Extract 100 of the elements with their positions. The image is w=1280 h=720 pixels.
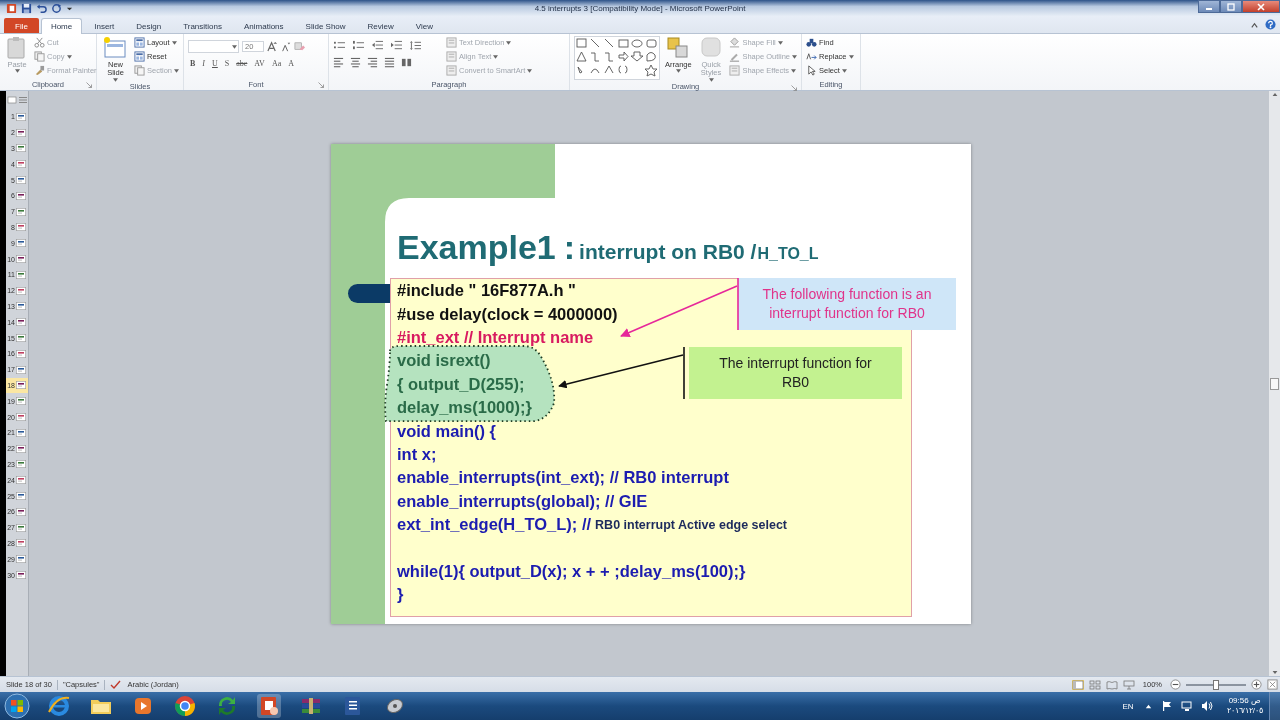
zoom-in-icon[interactable] bbox=[1251, 679, 1262, 690]
font-name-field[interactable] bbox=[188, 40, 239, 53]
slide-thumbnail[interactable] bbox=[16, 128, 26, 137]
slide-thumbnail[interactable] bbox=[16, 444, 26, 453]
align-center-icon[interactable] bbox=[350, 57, 361, 68]
spelling-icon[interactable] bbox=[110, 679, 123, 690]
ribbon-tab[interactable]: Design bbox=[126, 18, 172, 33]
close-button[interactable] bbox=[1242, 0, 1280, 13]
code-line: delay_ms(1000);} bbox=[397, 398, 532, 418]
vertical-scrollbar[interactable] bbox=[1269, 91, 1280, 676]
zoom-slider-thumb[interactable] bbox=[1213, 679, 1219, 690]
format-button[interactable]: S bbox=[222, 59, 232, 68]
slide-thumbnail[interactable] bbox=[16, 571, 26, 579]
slide-thumbnail[interactable] bbox=[16, 334, 26, 343]
format-button[interactable]: Aa bbox=[269, 59, 284, 68]
clock[interactable]: 09:56 ص ٢٠١٦/١٢/٠٥ bbox=[1226, 695, 1263, 717]
numbering-icon[interactable] bbox=[352, 40, 365, 51]
slide-thumbnail[interactable] bbox=[16, 381, 26, 390]
zoom-out-icon[interactable] bbox=[1170, 679, 1181, 690]
format-button[interactable]: B bbox=[188, 59, 198, 68]
slide-thumbnail[interactable] bbox=[16, 223, 26, 232]
presentation-app-icon[interactable] bbox=[257, 694, 281, 718]
slide-thumbnail[interactable] bbox=[16, 555, 26, 564]
slide-thumbnail[interactable] bbox=[16, 349, 26, 358]
grow-font-icon[interactable] bbox=[267, 41, 278, 52]
slide-thumbnail[interactable] bbox=[16, 160, 26, 169]
language-indicator[interactable]: EN bbox=[1122, 701, 1134, 711]
save-icon[interactable] bbox=[21, 2, 32, 14]
document-icon bbox=[729, 65, 741, 76]
ribbon-tab[interactable]: Insert bbox=[84, 18, 125, 33]
line-spacing-icon[interactable] bbox=[409, 40, 422, 51]
shapes-gallery[interactable] bbox=[574, 36, 660, 80]
code-line: enable_interrupts(global); // GIE bbox=[397, 491, 648, 511]
format-button[interactable]: abe bbox=[234, 59, 250, 68]
code-comment: RB0 interrupt Active edge select bbox=[595, 517, 788, 532]
ribbon-tab[interactable]: Home bbox=[40, 18, 83, 34]
volume-icon[interactable] bbox=[1200, 700, 1213, 712]
slide-thumbnail[interactable] bbox=[16, 286, 26, 295]
layout-icon bbox=[133, 51, 145, 62]
format-button[interactable]: I bbox=[200, 59, 207, 68]
ribbon-tab[interactable]: Review bbox=[357, 18, 404, 33]
format-button[interactable]: U bbox=[210, 59, 220, 68]
slide-thumbnail[interactable] bbox=[16, 144, 26, 153]
code-line: #include " 16F877A.h " bbox=[397, 281, 576, 301]
slide-thumbnail[interactable] bbox=[16, 507, 26, 516]
caret-icon bbox=[66, 54, 72, 59]
browser-icon[interactable] bbox=[47, 694, 71, 718]
slide-thumbnail[interactable] bbox=[16, 523, 26, 532]
app-icon[interactable] bbox=[6, 2, 17, 14]
ribbon-tab[interactable]: Transitions bbox=[173, 18, 232, 33]
justify-icon[interactable] bbox=[384, 57, 395, 68]
slide-thumbnail[interactable] bbox=[16, 255, 26, 264]
dialog-launcher-icon[interactable] bbox=[791, 84, 797, 91]
pages-icon bbox=[34, 51, 45, 62]
slide-thumbnail[interactable] bbox=[16, 191, 26, 200]
align-left-icon[interactable] bbox=[333, 57, 344, 68]
caret-icon bbox=[792, 54, 797, 59]
decrease-indent-icon[interactable] bbox=[371, 40, 384, 51]
align-right-icon[interactable] bbox=[367, 57, 378, 68]
slide-thumbnail[interactable] bbox=[16, 413, 26, 422]
document-icon bbox=[446, 37, 457, 48]
slide-thumbnail[interactable] bbox=[16, 460, 26, 469]
start-button-icon[interactable] bbox=[4, 693, 30, 719]
format-button[interactable]: AV bbox=[252, 59, 267, 68]
scroll-thumb[interactable] bbox=[1270, 377, 1279, 390]
code-line: while(1){ output_D(x); x + + ;delay_ms(100);} bbox=[397, 561, 746, 581]
cursor-icon bbox=[806, 65, 817, 76]
slide-thumbnail[interactable] bbox=[16, 207, 26, 216]
slide-thumbnail[interactable] bbox=[16, 270, 26, 279]
minimize-button[interactable] bbox=[1198, 0, 1220, 13]
caret-icon bbox=[675, 69, 681, 74]
slide-thumbnail[interactable] bbox=[16, 539, 26, 548]
slide-thumbnail[interactable] bbox=[16, 365, 26, 374]
increase-indent-icon[interactable] bbox=[390, 40, 403, 51]
slide-thumbnail[interactable] bbox=[16, 176, 26, 185]
collapse-ribbon-icon[interactable] bbox=[1250, 21, 1259, 30]
maximize-button[interactable] bbox=[1220, 0, 1242, 13]
ribbon-tab[interactable]: View bbox=[405, 18, 444, 33]
network-icon[interactable] bbox=[1180, 700, 1193, 712]
ribbon-tab[interactable]: Animations bbox=[234, 18, 294, 33]
slide-thumbnail[interactable] bbox=[16, 318, 26, 327]
file-tab[interactable]: File bbox=[4, 18, 39, 33]
slide-thumbnail[interactable] bbox=[16, 428, 26, 437]
shrink-font-icon[interactable] bbox=[281, 41, 291, 52]
slide-thumbnail[interactable] bbox=[16, 476, 26, 485]
help-icon[interactable] bbox=[1265, 19, 1276, 30]
slide-thumbnail[interactable] bbox=[16, 112, 26, 121]
redo-icon[interactable] bbox=[51, 2, 62, 14]
slide-thumbnail[interactable] bbox=[16, 397, 26, 406]
slide-thumbnail[interactable] bbox=[16, 492, 26, 500]
columns-icon[interactable] bbox=[401, 57, 412, 68]
format-button[interactable]: A bbox=[286, 59, 296, 68]
flag-icon[interactable] bbox=[1160, 700, 1173, 712]
bullets-icon[interactable] bbox=[333, 40, 346, 51]
slide-thumbnail[interactable] bbox=[16, 239, 26, 248]
undo-icon[interactable] bbox=[36, 2, 47, 14]
fit-slide-icon[interactable] bbox=[1267, 679, 1278, 690]
slide-thumbnail[interactable] bbox=[16, 302, 26, 311]
ribbon-tab[interactable]: Slide Show bbox=[295, 18, 356, 33]
browser-icon[interactable] bbox=[173, 694, 197, 718]
